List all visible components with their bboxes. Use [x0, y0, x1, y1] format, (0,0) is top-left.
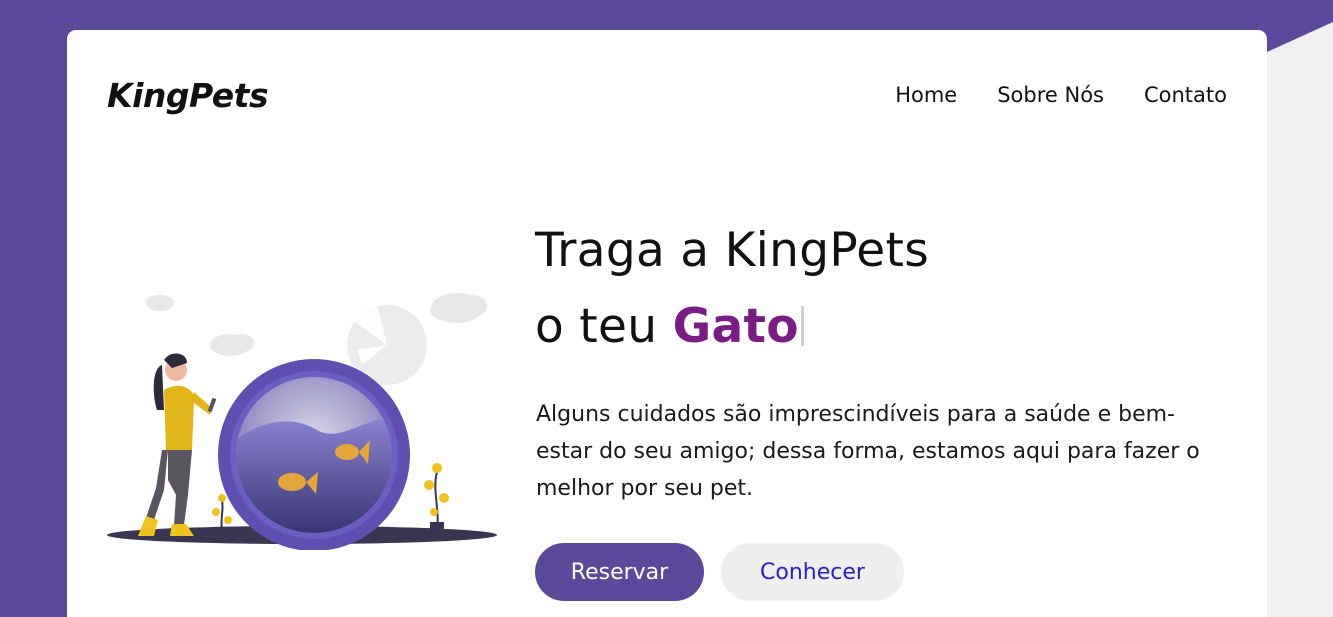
nav-item-sobre-nos[interactable]: Sobre Nós — [997, 82, 1104, 108]
hero-description: Alguns cuidados são imprescindíveis para… — [536, 402, 1200, 501]
headline-pet-word: Gato — [672, 299, 799, 354]
reservar-button[interactable]: Reservar — [535, 543, 704, 601]
headline-line-2-prefix: o teu — [535, 299, 673, 354]
typing-cursor — [800, 306, 804, 346]
woman-with-fishbowl-illustration — [107, 293, 497, 550]
headline-line-1: Traga a KingPets — [535, 223, 930, 278]
nav-item-home[interactable]: Home — [895, 82, 957, 108]
brand-logo[interactable]: KingPets — [107, 77, 269, 115]
main-nav: Home Sobre Nós Contato — [895, 82, 1227, 108]
nav-item-contato[interactable]: Contato — [1144, 82, 1227, 108]
conhecer-button[interactable]: Conhecer — [721, 543, 904, 601]
page-background: KingPets Home Sobre Nós Contato Traga a … — [0, 0, 1333, 617]
clouds — [146, 293, 487, 356]
hero-headline: Traga a KingPets o teu Gato — [535, 213, 929, 365]
hero-card: KingPets Home Sobre Nós Contato Traga a … — [67, 30, 1267, 617]
woman-figure — [138, 353, 217, 536]
